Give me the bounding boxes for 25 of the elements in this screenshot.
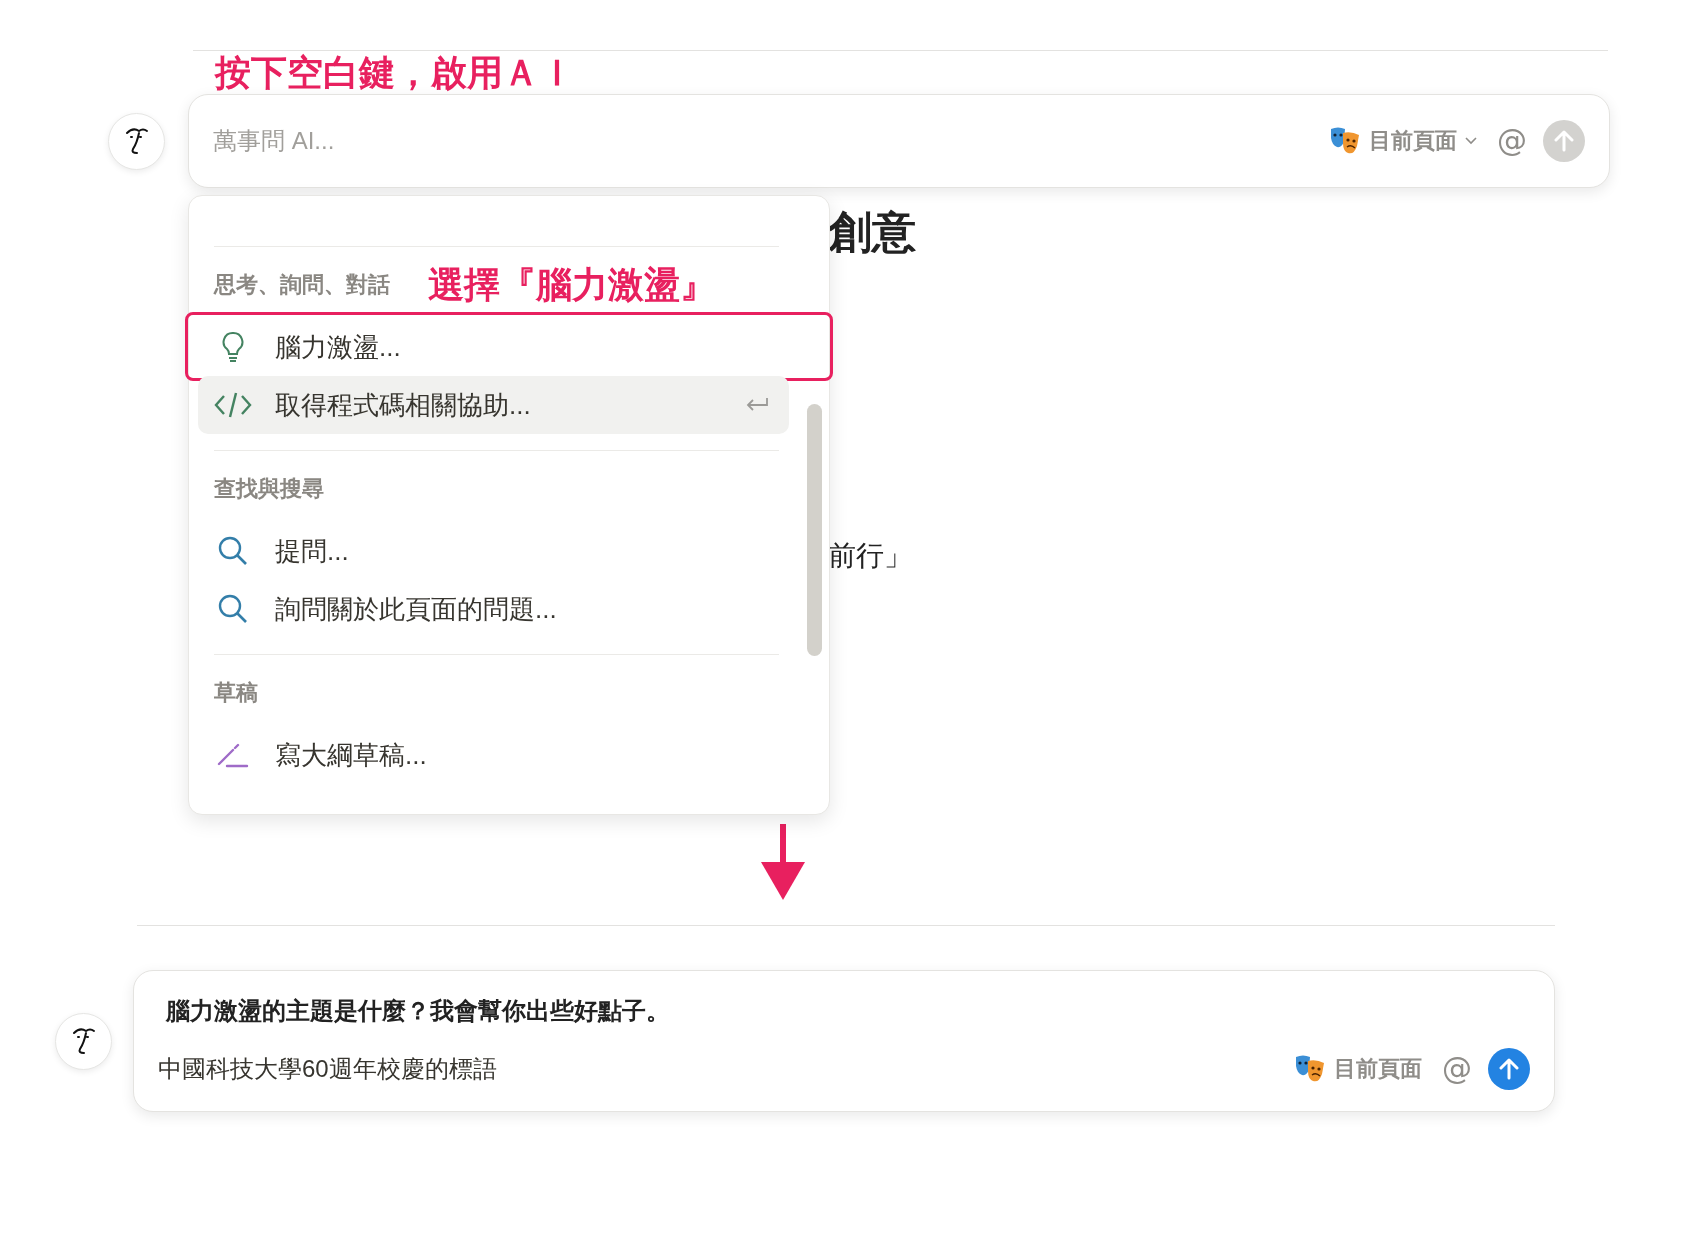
page-text: 前行」: [828, 539, 912, 573]
code-icon: [214, 391, 252, 419]
section-title: 查找與搜尋: [214, 475, 324, 503]
assistant-question: 腦力激盪的主題是什麼？我會幫你出些好點子。: [164, 996, 671, 1026]
search-icon: [218, 536, 248, 566]
menu-item[interactable]: 取得程式碼相關協助...: [198, 376, 789, 434]
menu-item[interactable]: 寫大綱草稿...: [198, 726, 789, 784]
chevron-icon: [1465, 137, 1477, 145]
annotation-text: 按下空白鍵，啟用ＡＩ: [215, 51, 575, 94]
annotation-text: 選擇『腦力激盪』: [428, 262, 716, 307]
menu-item[interactable]: 提問...: [198, 522, 789, 580]
arrow-up-icon: [1499, 1058, 1519, 1080]
section-title: 草稿: [214, 679, 258, 707]
prompt-input[interactable]: 中國科技大學60週年校慶的標語: [158, 1055, 1294, 1083]
menu-item[interactable]: 腦力激盪...: [198, 318, 789, 376]
scrollbar[interactable]: [807, 404, 822, 656]
page-heading: 創意: [828, 206, 916, 258]
menu-item[interactable]: 詢問關於此頁面的問題...: [198, 580, 789, 638]
section-title: 思考、詢問、對話: [214, 271, 390, 299]
pencil-icon: [217, 742, 249, 768]
lightbulb-icon: [221, 331, 245, 363]
search-icon: [218, 594, 248, 624]
prompt-input[interactable]: 萬事問 AI...: [213, 127, 1329, 155]
send-button[interactable]: [1488, 1048, 1530, 1090]
arrow-up-icon: [1554, 130, 1574, 152]
